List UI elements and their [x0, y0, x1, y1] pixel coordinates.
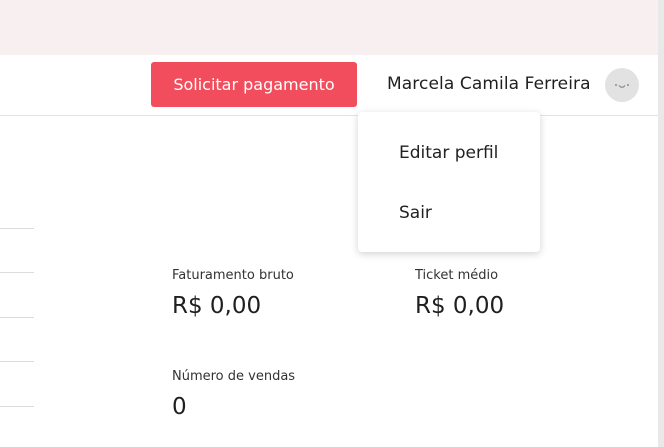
smiley-face-icon [615, 84, 629, 88]
gross-revenue-label: Faturamento bruto [172, 268, 294, 283]
average-ticket-label: Ticket médio [415, 268, 499, 283]
user-menu-dropdown: Editar perfil Sair [358, 112, 540, 252]
top-banner-strip [0, 0, 658, 55]
gross-revenue-value: R$ 0,00 [172, 293, 262, 319]
divider-line [0, 406, 34, 407]
user-name[interactable]: Marcela Camila Ferreira [387, 74, 591, 94]
sales-count-label: Número de vendas [172, 369, 296, 384]
divider-line [0, 361, 34, 362]
logout-menu-item[interactable]: Sair [399, 203, 432, 223]
request-payment-button[interactable]: Solicitar pagamento [151, 62, 357, 107]
sales-count-value: 0 [172, 394, 187, 420]
scrollbar-track[interactable] [658, 0, 664, 447]
average-ticket-value: R$ 0,00 [415, 293, 505, 319]
top-header: Solicitar pagamento Marcela Camila Ferre… [0, 55, 658, 116]
edit-profile-menu-item[interactable]: Editar perfil [399, 143, 498, 163]
avatar[interactable] [605, 68, 639, 102]
divider-line [0, 272, 34, 273]
divider-line [0, 228, 34, 229]
divider-line [0, 317, 34, 318]
